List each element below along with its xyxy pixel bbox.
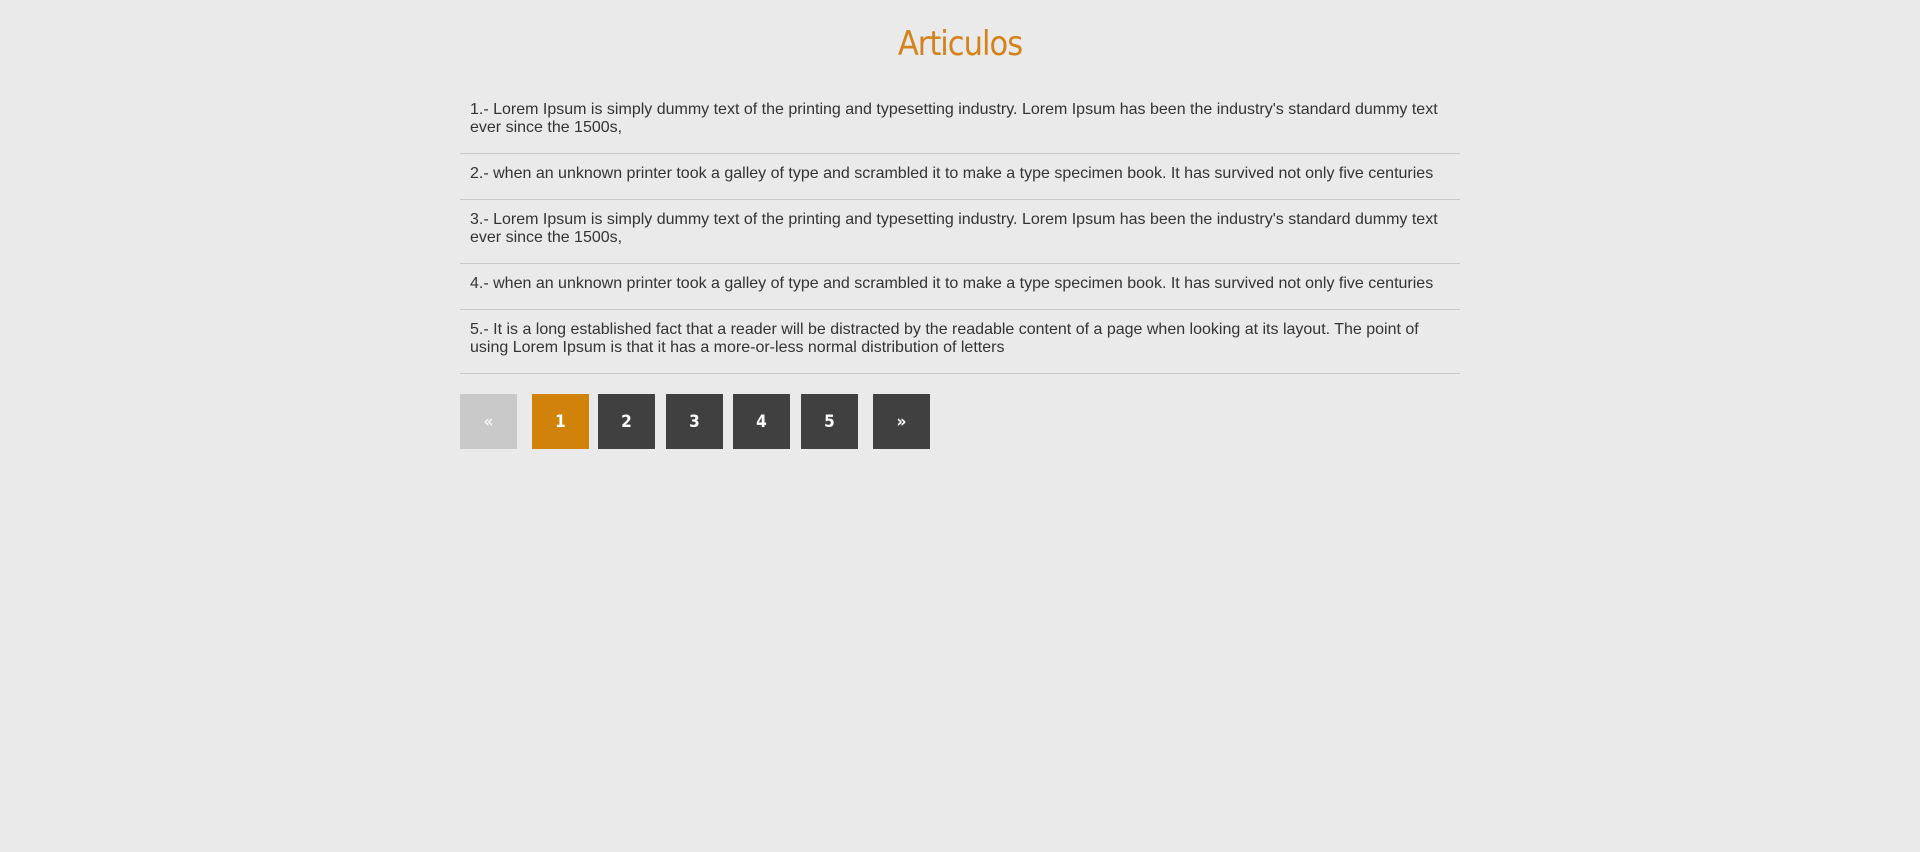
article-list: 1.- Lorem Ipsum is simply dummy text of … bbox=[460, 90, 1460, 374]
article-text: 3.- Lorem Ipsum is simply dummy text of … bbox=[470, 211, 1438, 246]
page-button-5[interactable]: 5 bbox=[801, 394, 858, 449]
list-item: 4.- when an unknown printer took a galle… bbox=[460, 264, 1460, 310]
page-button-1[interactable]: 1 bbox=[532, 394, 589, 449]
page-button-2[interactable]: 2 bbox=[598, 394, 655, 449]
pagination: « 1 2 3 4 5 » bbox=[460, 394, 1460, 449]
article-text: 1.- Lorem Ipsum is simply dummy text of … bbox=[470, 101, 1438, 136]
article-text: 2.- when an unknown printer took a galle… bbox=[470, 165, 1434, 182]
article-text: 5.- It is a long established fact that a… bbox=[470, 321, 1419, 356]
page-button-4[interactable]: 4 bbox=[733, 394, 790, 449]
list-item: 3.- Lorem Ipsum is simply dummy text of … bbox=[460, 200, 1460, 264]
list-item: 5.- It is a long established fact that a… bbox=[460, 310, 1460, 374]
page-button-3[interactable]: 3 bbox=[666, 394, 723, 449]
article-text: 4.- when an unknown printer took a galle… bbox=[470, 275, 1434, 292]
list-item: 2.- when an unknown printer took a galle… bbox=[460, 154, 1460, 200]
prev-page-button[interactable]: « bbox=[460, 394, 517, 449]
page-title: Articulos bbox=[897, 24, 1023, 64]
next-page-button[interactable]: » bbox=[873, 394, 930, 449]
list-item: 1.- Lorem Ipsum is simply dummy text of … bbox=[460, 90, 1460, 154]
main-container: Articulos 1.- Lorem Ipsum is simply dumm… bbox=[460, 0, 1460, 449]
